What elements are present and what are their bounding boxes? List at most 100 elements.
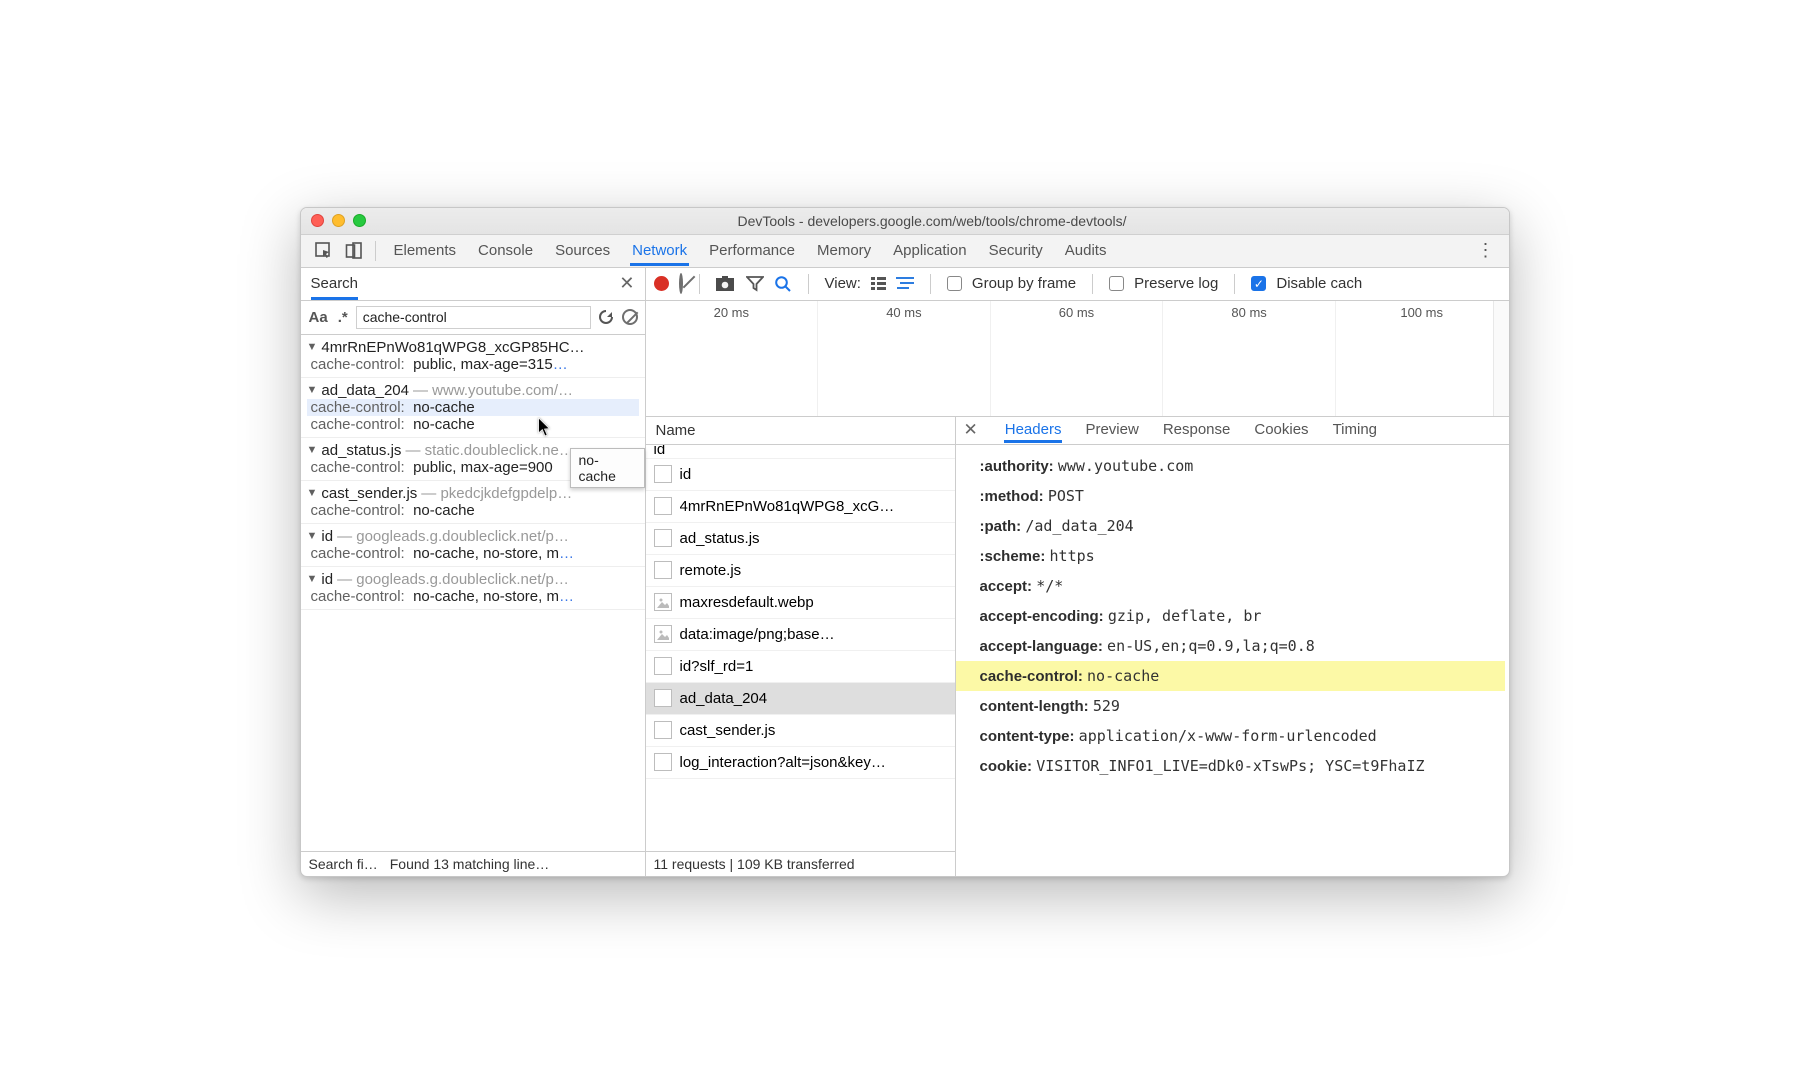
detail-tab-preview[interactable]: Preview: [1084, 417, 1139, 443]
request-row[interactable]: log_interaction?alt=json&key…: [646, 747, 955, 779]
group-by-frame-checkbox[interactable]: [947, 276, 962, 291]
refresh-icon[interactable]: [597, 308, 615, 326]
search-result-line[interactable]: cache-control: no-cache: [307, 399, 639, 416]
regex-icon[interactable]: .*: [336, 309, 350, 326]
tab-sources[interactable]: Sources: [553, 235, 612, 266]
search-result-group[interactable]: ▼ 4mrRnEPnWo81qWPG8_xcGP85HC… cache-cont…: [301, 335, 645, 378]
headers-body: :authority: www.youtube.com:method: POST…: [956, 445, 1509, 876]
timeline-overview[interactable]: 20 ms40 ms60 ms80 ms100 ms: [646, 301, 1509, 417]
close-icon[interactable]: ✕: [619, 273, 634, 294]
request-row[interactable]: id: [646, 445, 955, 459]
clear-log-icon[interactable]: [679, 275, 683, 292]
request-list-header[interactable]: Name: [646, 417, 955, 445]
request-row[interactable]: maxresdefault.webp: [646, 587, 955, 619]
scrollbar[interactable]: [1493, 301, 1509, 416]
maximize-window-icon[interactable]: [353, 214, 366, 227]
search-input-row: Aa .*: [301, 301, 645, 335]
search-icon[interactable]: [774, 275, 792, 293]
request-row[interactable]: ad_data_204: [646, 683, 955, 715]
request-row[interactable]: data:image/png;base…: [646, 619, 955, 651]
preserve-log-checkbox[interactable]: [1109, 276, 1124, 291]
request-row[interactable]: cast_sender.js: [646, 715, 955, 747]
detail-tab-cookies[interactable]: Cookies: [1253, 417, 1309, 443]
search-tab-label[interactable]: Search: [311, 267, 359, 300]
header-row: cookie: VISITOR_INFO1_LIVE=dDk0-xTswPs; …: [980, 751, 1505, 781]
request-name: maxresdefault.webp: [680, 594, 814, 611]
search-result-line[interactable]: cache-control: no-cache, no-store, m…: [307, 588, 639, 605]
titlebar: DevTools - developers.google.com/web/too…: [301, 208, 1509, 235]
search-result-line[interactable]: cache-control: no-cache: [307, 416, 639, 433]
capture-screenshots-icon[interactable]: [716, 276, 736, 292]
device-toolbar-icon[interactable]: [339, 235, 369, 267]
panel-tabs: Elements Console Sources Network Performance…: [392, 235, 1471, 266]
file-icon: [654, 497, 672, 515]
search-result-group[interactable]: ▼ id — googleads.g.doubleclick.net/p…cac…: [301, 524, 645, 567]
separator: [1234, 274, 1235, 294]
image-file-icon: [654, 593, 672, 611]
search-footer: Search fi… Found 13 matching line…: [301, 851, 645, 876]
clear-icon[interactable]: [621, 308, 639, 326]
request-name: ad_status.js: [680, 530, 760, 547]
search-panel-header: Search ✕: [301, 268, 645, 301]
detail-tab-headers[interactable]: Headers: [1004, 417, 1063, 443]
request-row[interactable]: 4mrRnEPnWo81qWPG8_xcG…: [646, 491, 955, 523]
list-view-icon[interactable]: [871, 277, 886, 290]
search-result-group[interactable]: ▼ id — googleads.g.doubleclick.net/p…cac…: [301, 567, 645, 610]
tab-performance[interactable]: Performance: [707, 235, 797, 266]
request-row[interactable]: id?slf_rd=1: [646, 651, 955, 683]
record-icon[interactable]: [654, 276, 669, 291]
request-row[interactable]: id: [646, 459, 955, 491]
request-name: remote.js: [680, 562, 742, 579]
file-icon: [654, 689, 672, 707]
header-row: accept-encoding: gzip, deflate, br: [980, 601, 1505, 631]
separator: [375, 241, 376, 261]
network-content: View: Group by frame Preserve log Disabl…: [646, 268, 1509, 876]
header-row: content-length: 529: [980, 691, 1505, 721]
group-by-frame-label: Group by frame: [972, 275, 1076, 292]
inspect-element-icon[interactable]: [309, 235, 339, 267]
tab-elements[interactable]: Elements: [392, 235, 459, 266]
file-icon: [654, 561, 672, 579]
tab-network[interactable]: Network: [630, 235, 689, 266]
close-detail-icon[interactable]: ✕: [964, 420, 978, 440]
header-row: cache-control: no-cache: [956, 661, 1505, 691]
search-result-line[interactable]: cache-control: no-cache, no-store, m…: [307, 545, 639, 562]
tab-application[interactable]: Application: [891, 235, 968, 266]
request-name: data:image/png;base…: [680, 626, 835, 643]
detail-tab-response[interactable]: Response: [1162, 417, 1232, 443]
tab-audits[interactable]: Audits: [1063, 235, 1109, 266]
disable-cache-checkbox[interactable]: [1251, 276, 1266, 291]
traffic-lights: [311, 214, 366, 227]
request-name: id: [654, 445, 666, 458]
detail-tabs: ✕ Headers Preview Response Cookies Timing: [956, 417, 1509, 445]
request-name: log_interaction?alt=json&key…: [680, 754, 886, 771]
tab-security[interactable]: Security: [987, 235, 1045, 266]
match-case-icon[interactable]: Aa: [307, 309, 330, 326]
more-icon[interactable]: ⋮: [1471, 240, 1501, 261]
filter-icon[interactable]: [746, 276, 764, 292]
request-list-footer: 11 requests | 109 KB transferred: [646, 851, 955, 876]
search-footer-left: Search fi…: [309, 856, 378, 872]
request-row[interactable]: ad_status.js: [646, 523, 955, 555]
header-row: :authority: www.youtube.com: [980, 451, 1505, 481]
main-area: Search ✕ Aa .* ▼ 4mrRnEPnWo81qWPG8_xcGP8…: [301, 268, 1509, 876]
search-result-line[interactable]: cache-control: public, max-age=315…: [307, 356, 639, 373]
request-row[interactable]: remote.js: [646, 555, 955, 587]
search-result-line[interactable]: cache-control: no-cache: [307, 502, 639, 519]
detail-tab-timing[interactable]: Timing: [1332, 417, 1378, 443]
close-window-icon[interactable]: [311, 214, 324, 227]
header-row: accept-language: en-US,en;q=0.9,la;q=0.8: [980, 631, 1505, 661]
separator: [808, 274, 809, 294]
minimize-window-icon[interactable]: [332, 214, 345, 227]
separator: [1092, 274, 1093, 294]
file-icon: [654, 529, 672, 547]
file-icon: [654, 753, 672, 771]
search-panel: Search ✕ Aa .* ▼ 4mrRnEPnWo81qWPG8_xcGP8…: [301, 268, 646, 876]
search-input[interactable]: [356, 306, 591, 329]
search-result-group[interactable]: ▼ ad_data_204 — www.youtube.com/…cache-c…: [301, 378, 645, 438]
request-name: id: [680, 466, 692, 483]
tab-memory[interactable]: Memory: [815, 235, 873, 266]
separator: [699, 274, 700, 294]
tab-console[interactable]: Console: [476, 235, 535, 266]
waterfall-view-icon[interactable]: [896, 277, 914, 291]
